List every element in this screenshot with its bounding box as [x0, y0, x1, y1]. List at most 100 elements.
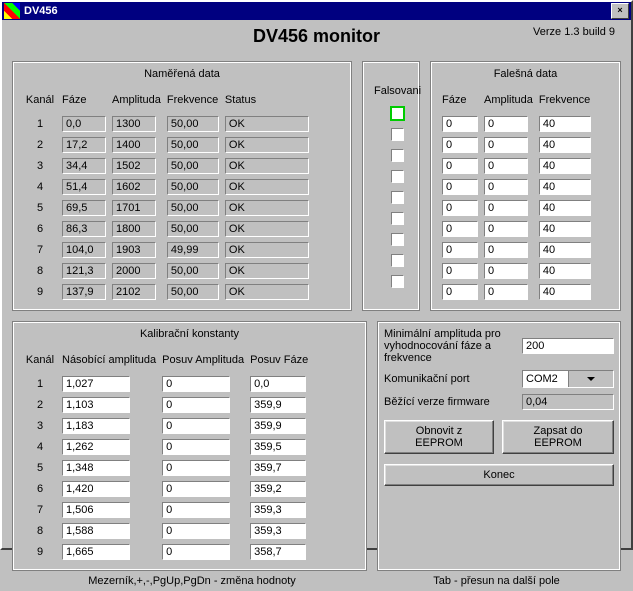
false-amp[interactable]: 0: [484, 263, 528, 279]
calib-posamp[interactable]: 0: [162, 397, 230, 413]
false-amp[interactable]: 0: [484, 158, 528, 174]
measured-status: OK: [225, 284, 309, 300]
false-freq[interactable]: 40: [539, 284, 591, 300]
measured-amp: 1300: [112, 116, 156, 132]
calib-posamp[interactable]: 0: [162, 460, 230, 476]
calib-mul[interactable]: 1,506: [62, 502, 130, 518]
false-faze[interactable]: 0: [442, 179, 478, 195]
close-button[interactable]: Konec: [384, 464, 614, 486]
falsovani-checkbox[interactable]: [391, 212, 404, 225]
measured-status: OK: [225, 137, 309, 153]
fw-value: 0,04: [522, 394, 614, 410]
false-amp[interactable]: 0: [484, 137, 528, 153]
calib-posphase[interactable]: 0,0: [250, 376, 306, 392]
port-select[interactable]: COM2: [522, 370, 614, 388]
measured-faze: 121,3: [62, 263, 106, 279]
false-amp[interactable]: 0: [484, 242, 528, 258]
calib-posphase[interactable]: 359,3: [250, 502, 306, 518]
false-amp[interactable]: 0: [484, 284, 528, 300]
falsovani-checkbox[interactable]: [391, 233, 404, 246]
falsovani-checkbox[interactable]: [391, 149, 404, 162]
calib-posamp[interactable]: 0: [162, 544, 230, 560]
false-freq[interactable]: 40: [539, 116, 591, 132]
falsovani-checkbox[interactable]: [391, 107, 404, 120]
channel-label: 9: [23, 543, 57, 561]
calib-posphase[interactable]: 358,7: [250, 544, 306, 560]
false-faze[interactable]: 0: [442, 158, 478, 174]
calib-mul[interactable]: 1,262: [62, 439, 130, 455]
false-faze[interactable]: 0: [442, 221, 478, 237]
falsovani-checkbox[interactable]: [391, 191, 404, 204]
measured-status: OK: [225, 200, 309, 216]
falsovani-group: Falsovani: [362, 61, 420, 311]
calib-posamp[interactable]: 0: [162, 376, 230, 392]
measured-status: OK: [225, 263, 309, 279]
calib-posamp[interactable]: 0: [162, 481, 230, 497]
false-amp[interactable]: 0: [484, 200, 528, 216]
measured-status: OK: [225, 116, 309, 132]
calib-mul[interactable]: 1,420: [62, 481, 130, 497]
falsovani-checkbox[interactable]: [391, 128, 404, 141]
calib-posphase[interactable]: 359,2: [250, 481, 306, 497]
false-faze[interactable]: 0: [442, 284, 478, 300]
calib-mul[interactable]: 1,103: [62, 397, 130, 413]
channel-label: 6: [23, 220, 57, 238]
false-title: Falešná data: [437, 68, 614, 80]
calib-title: Kalibrační konstanty: [19, 328, 360, 340]
false-freq[interactable]: 40: [539, 242, 591, 258]
false-amp[interactable]: 0: [484, 221, 528, 237]
false-faze[interactable]: 0: [442, 242, 478, 258]
restore-button[interactable]: Obnovit z EEPROM: [384, 420, 494, 454]
header-kanal: Kanál: [23, 93, 57, 112]
chevron-down-icon[interactable]: [568, 371, 614, 387]
measured-faze: 34,4: [62, 158, 106, 174]
calib-mul[interactable]: 1,183: [62, 418, 130, 434]
falsovani-checkbox[interactable]: [391, 170, 404, 183]
false-faze[interactable]: 0: [442, 116, 478, 132]
channel-label: 7: [23, 241, 57, 259]
calib-posamp[interactable]: 0: [162, 439, 230, 455]
calib-posamp[interactable]: 0: [162, 502, 230, 518]
falsovani-checkbox[interactable]: [391, 254, 404, 267]
false-faze[interactable]: 0: [442, 200, 478, 216]
app-icon: [4, 3, 20, 19]
min-amp-field[interactable]: 200: [522, 338, 614, 354]
header-mul: Násobící amplituda: [61, 353, 157, 372]
header-falsovani: Falsovani: [373, 84, 422, 103]
close-icon[interactable]: ×: [611, 3, 629, 19]
false-freq[interactable]: 40: [539, 221, 591, 237]
port-label: Komunikační port: [384, 373, 514, 385]
measured-amp: 1602: [112, 179, 156, 195]
false-faze[interactable]: 0: [442, 137, 478, 153]
calib-posphase[interactable]: 359,9: [250, 397, 306, 413]
calib-mul[interactable]: 1,027: [62, 376, 130, 392]
false-freq[interactable]: 40: [539, 158, 591, 174]
false-freq[interactable]: 40: [539, 263, 591, 279]
calib-posphase[interactable]: 359,3: [250, 523, 306, 539]
falsovani-checkbox[interactable]: [391, 275, 404, 288]
header2-faze: Fáze: [441, 93, 479, 112]
false-faze[interactable]: 0: [442, 263, 478, 279]
calib-posamp[interactable]: 0: [162, 418, 230, 434]
channel-label: 8: [23, 262, 57, 280]
measured-freq: 50,00: [167, 284, 219, 300]
false-freq[interactable]: 40: [539, 179, 591, 195]
false-freq[interactable]: 40: [539, 200, 591, 216]
calib-mul[interactable]: 1,348: [62, 460, 130, 476]
calib-mul[interactable]: 1,588: [62, 523, 130, 539]
channel-label: 5: [23, 459, 57, 477]
calib-posphase[interactable]: 359,9: [250, 418, 306, 434]
false-amp[interactable]: 0: [484, 116, 528, 132]
calib-posamp[interactable]: 0: [162, 523, 230, 539]
false-amp[interactable]: 0: [484, 179, 528, 195]
measured-freq: 50,00: [167, 200, 219, 216]
false-freq[interactable]: 40: [539, 137, 591, 153]
hint-right: Tab - přesun na další pole: [372, 575, 621, 587]
channel-label: 2: [23, 396, 57, 414]
measured-status: OK: [225, 179, 309, 195]
calib-posphase[interactable]: 359,5: [250, 439, 306, 455]
measured-faze: 51,4: [62, 179, 106, 195]
save-button[interactable]: Zapsat do EEPROM: [502, 420, 614, 454]
calib-posphase[interactable]: 359,7: [250, 460, 306, 476]
calib-mul[interactable]: 1,665: [62, 544, 130, 560]
